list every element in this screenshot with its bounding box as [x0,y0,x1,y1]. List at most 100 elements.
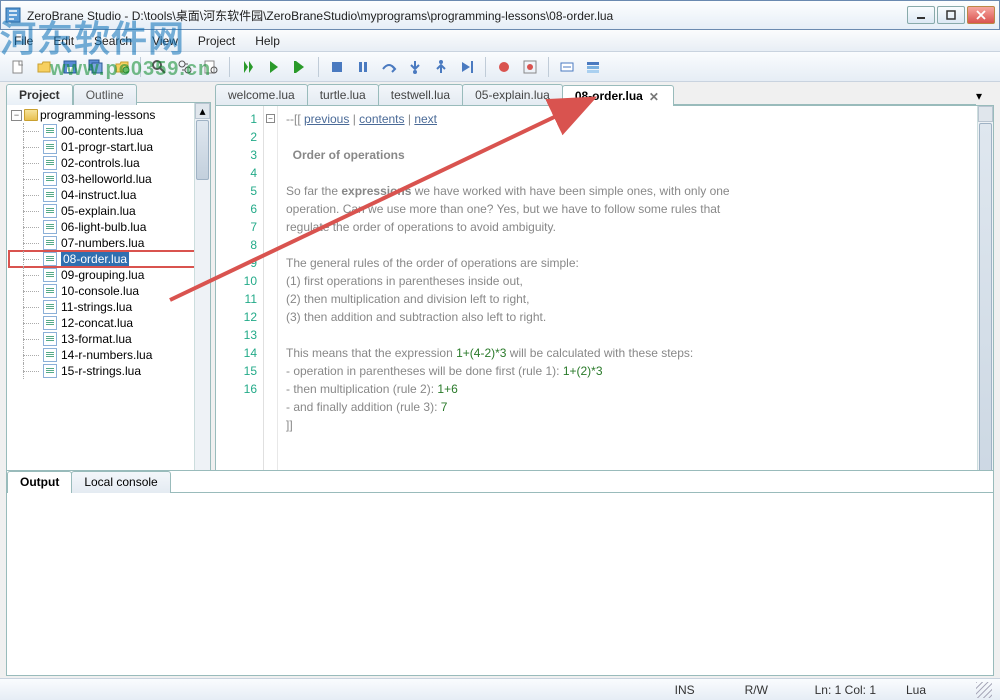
lua-file-icon [43,252,57,266]
lua-file-icon [43,236,57,250]
tree-file-item[interactable]: 03-helloworld.lua [9,171,208,187]
find-button[interactable] [147,55,171,79]
tree-file-item[interactable]: 05-explain.lua [9,203,208,219]
app-icon [5,7,21,23]
save-all-button[interactable] [84,55,108,79]
editor-tab-testwell[interactable]: testwell.lua [378,84,463,105]
debug-button[interactable] [262,55,286,79]
run-no-debug-button[interactable] [288,55,312,79]
tree-file-item[interactable]: 01-progr-start.lua [9,139,208,155]
lua-file-icon [43,348,57,362]
lua-file-icon [43,316,57,330]
tree-file-item[interactable]: 00-contents.lua [9,123,208,139]
tree-file-item[interactable]: 14-r-numbers.lua [9,347,208,363]
statusbar: INS R/W Ln: 1 Col: 1 Lua [0,678,1000,700]
tab-close-icon[interactable]: ✕ [649,90,661,102]
run-to-cursor-button[interactable] [455,55,479,79]
editor-tab-label: 05-explain.lua [475,88,550,102]
tree-file-label: 07-numbers.lua [61,236,144,250]
tree-file-item[interactable]: 15-r-strings.lua [9,363,208,379]
menu-project[interactable]: Project [190,32,243,50]
tab-outline[interactable]: Outline [73,84,137,105]
tree-file-label: 00-contents.lua [61,124,143,138]
bookmarks-button[interactable] [518,55,542,79]
toggle-breakpoint-button[interactable] [492,55,516,79]
sidebar-tabs: Project Outline [6,84,137,105]
lua-file-icon [43,140,57,154]
step-over-button[interactable] [377,55,401,79]
tree-file-item[interactable]: 12-concat.lua [9,315,208,331]
editor-tab-welcome[interactable]: welcome.lua [215,84,308,105]
maximize-button[interactable] [937,6,965,24]
window-title: ZeroBrane Studio - D:\tools\桌面\河东软件园\Zer… [27,7,907,24]
tree-file-item[interactable]: 11-strings.lua [9,299,208,315]
find-in-files-button[interactable] [199,55,223,79]
collapse-icon[interactable]: − [11,110,22,121]
toolbar-sep [229,57,230,77]
tab-project[interactable]: Project [6,84,73,105]
lua-file-icon [43,188,57,202]
break-button[interactable] [351,55,375,79]
scroll-up-icon[interactable]: ▴ [195,103,210,119]
menu-help[interactable]: Help [247,32,288,50]
tree-file-item[interactable]: 09-grouping.lua [9,267,208,283]
menu-file[interactable]: File [6,32,41,50]
status-readwrite: R/W [745,683,785,697]
tree-root[interactable]: − programming-lessons [9,107,208,123]
close-button[interactable] [967,6,995,24]
tab-overflow-icon[interactable]: ▾ [976,89,992,105]
lua-file-icon [43,284,57,298]
lua-file-icon [43,332,57,346]
tree-file-label: 02-controls.lua [61,156,140,170]
tree-file-label: 05-explain.lua [61,204,136,218]
tab-local-console[interactable]: Local console [71,471,170,493]
stack-button[interactable] [581,55,605,79]
tree-file-item[interactable]: 07-numbers.lua [9,235,208,251]
toolbar-sep [548,57,549,77]
toolbar-sep [485,57,486,77]
editor-tab-08-order[interactable]: 08-order.lua ✕ [562,85,674,106]
new-file-button[interactable] [6,55,30,79]
editor-tab-turtle[interactable]: turtle.lua [307,84,379,105]
editor-tabbar: welcome.lua turtle.lua testwell.lua 05-e… [215,84,994,106]
tree-file-item[interactable]: 04-instruct.lua [9,187,208,203]
tree-file-label: 04-instruct.lua [61,188,136,202]
menu-search[interactable]: Search [86,32,140,50]
lua-file-icon [43,156,57,170]
scroll-thumb[interactable] [196,120,209,180]
lua-file-icon [43,204,57,218]
fold-minus-icon[interactable]: − [266,114,275,123]
resize-grip-icon[interactable] [976,682,992,698]
editor-tab-label: 08-order.lua [575,89,643,103]
editor-tab-label: testwell.lua [391,88,450,102]
tab-output[interactable]: Output [7,471,72,493]
menu-edit[interactable]: Edit [45,32,82,50]
tree-file-label: 12-concat.lua [61,316,133,330]
run-button[interactable] [236,55,260,79]
tree-file-item[interactable]: 06-light-bulb.lua [9,219,208,235]
step-out-button[interactable] [429,55,453,79]
tree-file-label: 03-helloworld.lua [61,172,152,186]
watch-button[interactable] [555,55,579,79]
lua-file-icon [43,300,57,314]
tree-file-label: 06-light-bulb.lua [61,220,146,234]
toolbar-sep [140,57,141,77]
tree-file-item[interactable]: 08-order.lua [9,251,208,267]
tree-file-item[interactable]: 10-console.lua [9,283,208,299]
stop-button[interactable] [325,55,349,79]
lua-file-icon [43,124,57,138]
tree-file-item[interactable]: 13-format.lua [9,331,208,347]
project-folder-button[interactable] [110,55,134,79]
tree-file-label: 11-strings.lua [61,300,132,314]
bottom-tabbar: Output Local console [7,471,993,493]
minimize-button[interactable] [907,6,935,24]
editor-tab-05-explain[interactable]: 05-explain.lua [462,84,563,105]
tree-file-label: 10-console.lua [61,284,139,298]
step-into-button[interactable] [403,55,427,79]
open-file-button[interactable] [32,55,56,79]
tree-file-item[interactable]: 02-controls.lua [9,155,208,171]
menu-view[interactable]: View [144,32,186,50]
replace-button[interactable] [173,55,197,79]
scroll-up-icon[interactable] [978,106,993,122]
save-button[interactable] [58,55,82,79]
